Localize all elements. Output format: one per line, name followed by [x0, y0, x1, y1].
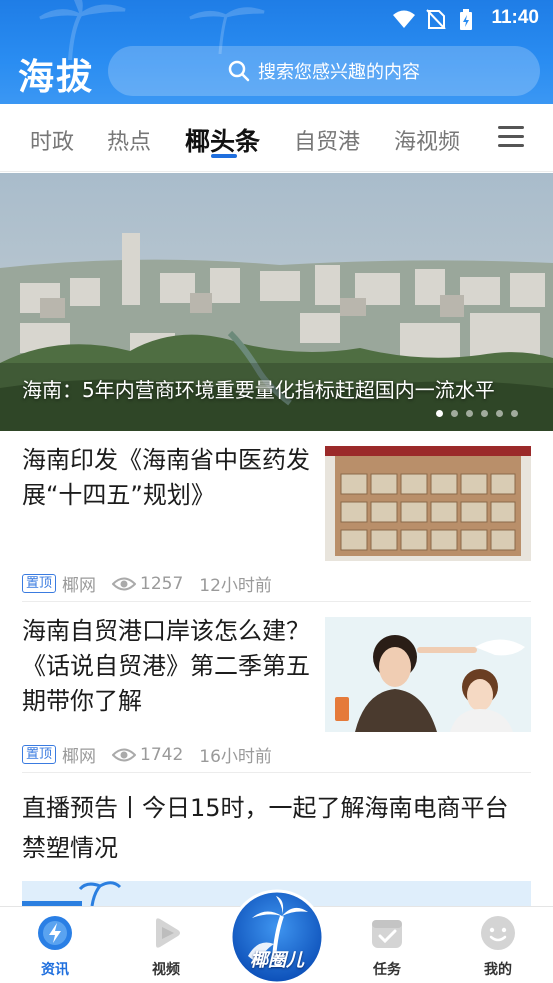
video-play-icon	[156, 918, 180, 948]
wifi-icon	[393, 10, 415, 28]
tab-yetoutiao[interactable]: 椰头条	[185, 122, 260, 158]
task-check-icon	[372, 920, 402, 948]
tab-shizheng[interactable]: 时政	[30, 124, 74, 156]
pinned-badge: 置顶	[22, 745, 57, 764]
status-time: 11:40	[491, 7, 539, 28]
carousel-dots	[436, 410, 518, 417]
header: 11:40 海拔 搜索您感兴趣的内容	[0, 0, 553, 104]
no-sim-icon	[426, 9, 446, 29]
tab-haishipin[interactable]: 海视频	[394, 124, 460, 156]
active-tab-indicator	[211, 154, 237, 158]
search-icon	[228, 60, 250, 82]
carousel-dot[interactable]	[466, 410, 473, 417]
battery-charging-icon	[460, 9, 472, 30]
news-source: 椰网	[62, 576, 97, 596]
carousel-dot[interactable]	[481, 410, 488, 417]
nav-label: 视频	[152, 962, 180, 978]
view-count: 1257	[140, 573, 184, 594]
nav-label: 任务	[373, 962, 401, 978]
status-bar: 11:40	[0, 0, 553, 38]
search-bar[interactable]: 搜索您感兴趣的内容	[108, 46, 540, 96]
news-title: 海南自贸港口岸该怎么建？《话说自贸港》第二季第五期带你了解	[22, 617, 310, 715]
profile-smiley-icon	[481, 916, 515, 950]
channel-menu-icon[interactable]	[498, 126, 524, 148]
nav-label: 我的	[484, 962, 512, 978]
search-placeholder: 搜索您感兴趣的内容	[258, 62, 420, 83]
news-source: 椰网	[62, 747, 97, 767]
center-button-label: 椰圈儿	[250, 950, 304, 971]
news-meta: 置顶 椰网 1257 12小时前	[22, 571, 272, 596]
eye-icon	[112, 748, 137, 761]
carousel-dot[interactable]	[436, 410, 443, 417]
divider	[22, 772, 531, 773]
carousel-dot[interactable]	[451, 410, 458, 417]
tab-redian[interactable]: 热点	[107, 124, 151, 156]
channel-tabs: 时政 热点 椰头条 自贸港 海视频	[0, 104, 553, 172]
banner-caption: 海南：5年内营商环境重要量化指标赶超国内一流水平	[22, 378, 495, 402]
nav-wode[interactable]: 我的	[463, 915, 533, 979]
tab-zimaogang[interactable]: 自贸港	[294, 124, 360, 156]
app-root: 11:40 海拔 搜索您感兴趣的内容 时政 热点 椰头条 自贸港 海视频 海南：…	[0, 0, 553, 983]
view-count: 1742	[140, 744, 184, 765]
eye-icon	[112, 577, 137, 590]
carousel-dot[interactable]	[496, 410, 503, 417]
news-title: 海南印发《海南省中医药发展“十四五”规划》	[22, 446, 310, 509]
nav-label: 资讯	[41, 962, 69, 978]
news-time: 12小时前	[199, 576, 272, 596]
news-item[interactable]: 海南印发《海南省中医药发展“十四五”规划》 置顶 椰网 1257 12小时前	[22, 443, 531, 596]
news-title[interactable]: 直播预告丨今日15时，一起了解海南电商平台禁塑情况	[22, 788, 531, 868]
nav-renwu[interactable]: 任务	[352, 915, 422, 979]
nav-zixun[interactable]: 资讯	[20, 915, 90, 979]
news-meta: 置顶 椰网 1742 16小时前	[22, 742, 272, 767]
divider	[22, 601, 531, 602]
banner-carousel[interactable]: 海南：5年内营商环境重要量化指标赶超国内一流水平	[0, 173, 553, 431]
nav-shipin[interactable]: 视频	[131, 915, 201, 979]
news-thumbnail	[325, 617, 531, 732]
carousel-dot[interactable]	[511, 410, 518, 417]
news-lightning-icon	[38, 916, 72, 950]
news-thumbnail	[325, 446, 531, 561]
news-item[interactable]: 海南自贸港口岸该怎么建？《话说自贸港》第二季第五期带你了解 置顶 椰网 1742…	[22, 614, 531, 767]
news-time: 16小时前	[199, 747, 272, 767]
pinned-badge: 置顶	[22, 574, 57, 593]
app-logo[interactable]: 海拔	[18, 48, 94, 100]
